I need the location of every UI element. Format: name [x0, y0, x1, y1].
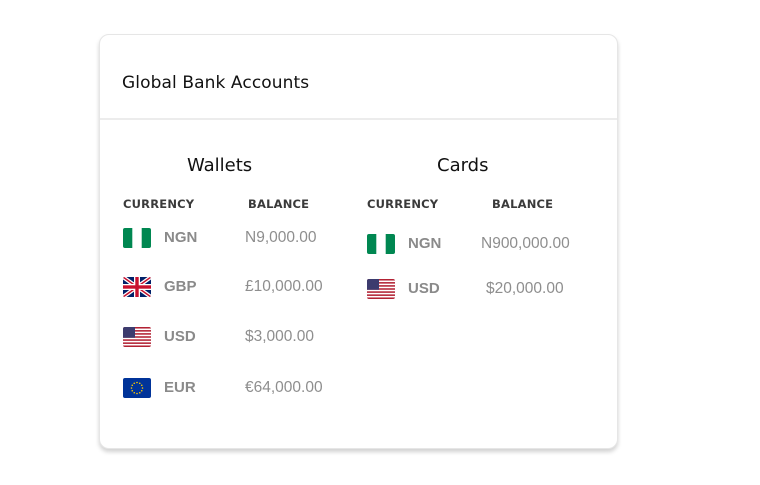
nigeria-flag-icon — [367, 234, 395, 254]
currency-code: USD — [408, 280, 440, 297]
uk-flag-icon — [123, 277, 151, 297]
us-flag-icon — [367, 279, 395, 299]
currency-code: NGN — [164, 229, 198, 246]
balance-amount: N900,000.00 — [481, 235, 570, 252]
nigeria-flag-icon — [123, 228, 151, 248]
cards-title: Cards — [437, 155, 489, 176]
balance-amount: €64,000.00 — [245, 379, 323, 396]
us-flag-icon — [123, 327, 151, 347]
currency-code: USD — [164, 328, 196, 345]
balance-amount: N9,000.00 — [245, 229, 317, 246]
eu-flag-icon — [123, 378, 151, 398]
wallets-title: Wallets — [187, 155, 253, 176]
balance-amount: £10,000.00 — [245, 278, 323, 295]
currency-code: NGN — [408, 235, 442, 252]
global-bank-accounts-card: Global Bank Accounts Wallets CURRENCY BA… — [99, 34, 618, 449]
wallets-currency-header: CURRENCY — [123, 197, 195, 211]
balance-amount: $3,000.00 — [245, 328, 314, 345]
card-header: Global Bank Accounts — [100, 35, 617, 120]
cards-balance-header: BALANCE — [492, 197, 554, 211]
balance-amount: $20,000.00 — [486, 280, 564, 297]
cards-currency-header: CURRENCY — [367, 197, 439, 211]
currency-code: GBP — [164, 278, 197, 295]
wallets-balance-header: BALANCE — [248, 197, 310, 211]
currency-code: EUR — [164, 379, 196, 396]
card-title: Global Bank Accounts — [122, 73, 310, 93]
